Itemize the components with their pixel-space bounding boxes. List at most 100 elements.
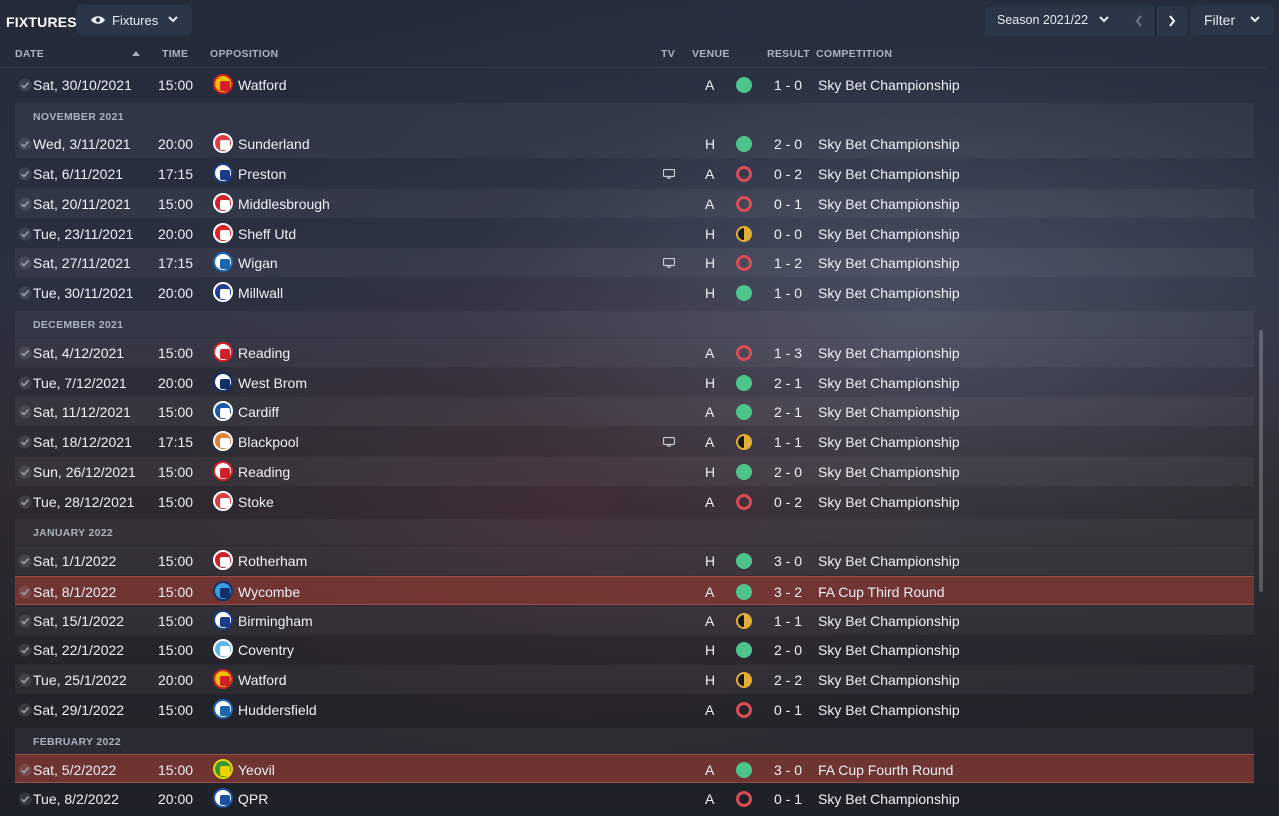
fixture-score[interactable]: 1 - 3 — [774, 345, 802, 361]
competition-link[interactable]: Sky Bet Championship — [818, 166, 960, 182]
season-label[interactable]: Season 2021/22 — [997, 13, 1088, 27]
fixture-row[interactable]: Sat, 15/1/2022 15:00 Birmingham A 1 - 1 Sky B… — [15, 606, 1254, 635]
fixture-score[interactable]: 1 - 1 — [774, 613, 802, 629]
crest-emblem — [220, 795, 230, 805]
fixture-row[interactable]: Tue, 23/11/2021 20:00 Sheff Utd H 0 - 0 Sky B… — [15, 219, 1254, 248]
opposition-link[interactable]: Sheff Utd — [238, 226, 296, 242]
fixture-score[interactable]: 2 - 0 — [774, 464, 802, 480]
fixture-row[interactable]: Sat, 22/1/2022 15:00 Coventry H 2 - 0 Sky Bet… — [15, 635, 1254, 664]
opposition-link[interactable]: Cardiff — [238, 404, 279, 420]
competition-link[interactable]: Sky Bet Championship — [818, 702, 960, 718]
fixture-score[interactable]: 0 - 1 — [774, 702, 802, 718]
fixture-score[interactable]: 3 - 0 — [774, 553, 802, 569]
opposition-link[interactable]: Yeovil — [238, 762, 275, 778]
fixture-row[interactable]: Tue, 7/12/2021 20:00 West Brom H 2 - 1 Sky Be… — [15, 368, 1254, 397]
opposition-link[interactable]: Preston — [238, 166, 286, 182]
fixture-score[interactable]: 1 - 0 — [774, 77, 802, 93]
fixture-row[interactable]: Sat, 18/12/2021 17:15 Blackpool A 1 - 1 Sky B… — [15, 427, 1254, 456]
fixture-score[interactable]: 0 - 2 — [774, 166, 802, 182]
previous-season-button[interactable] — [1124, 6, 1154, 36]
fixture-score[interactable]: 2 - 1 — [774, 375, 802, 391]
column-header-venue[interactable]: VENUE — [692, 48, 730, 60]
competition-link[interactable]: Sky Bet Championship — [818, 613, 960, 629]
fixture-row[interactable]: Sun, 26/12/2021 15:00 Reading H 2 - 0 Sky Bet… — [15, 457, 1254, 486]
competition-link[interactable]: Sky Bet Championship — [818, 375, 960, 391]
fixture-row[interactable]: Sat, 29/1/2022 15:00 Huddersfield A 0 - 1 Sky… — [15, 695, 1254, 724]
fixture-row[interactable]: Tue, 25/1/2022 20:00 Watford H 2 - 2 Sky Bet … — [15, 665, 1254, 694]
fixture-score[interactable]: 0 - 1 — [774, 196, 802, 212]
opposition-link[interactable]: Stoke — [238, 494, 274, 510]
fixture-row[interactable]: Sat, 4/12/2021 15:00 Reading A 1 - 3 Sky Bet … — [15, 338, 1254, 367]
competition-link[interactable]: Sky Bet Championship — [818, 464, 960, 480]
fixture-score[interactable]: 1 - 1 — [774, 434, 802, 450]
competition-link[interactable]: Sky Bet Championship — [818, 494, 960, 510]
competition-link[interactable]: Sky Bet Championship — [818, 226, 960, 242]
competition-link[interactable]: Sky Bet Championship — [818, 345, 960, 361]
competition-link[interactable]: Sky Bet Championship — [818, 196, 960, 212]
competition-link[interactable]: Sky Bet Championship — [818, 404, 960, 420]
competition-link[interactable]: FA Cup Third Round — [818, 584, 945, 600]
fixture-score[interactable]: 2 - 1 — [774, 404, 802, 420]
view-selector-button[interactable]: Fixtures — [76, 5, 192, 35]
fixture-row[interactable]: Sat, 6/11/2021 17:15 Preston A 0 - 2 Sky Bet … — [15, 159, 1254, 188]
opposition-link[interactable]: Blackpool — [238, 434, 299, 450]
fixture-row[interactable]: Sat, 11/12/2021 15:00 Cardiff A 2 - 1 Sky Bet… — [15, 397, 1254, 426]
fixture-row[interactable]: Wed, 3/11/2021 20:00 Sunderland H 2 - 0 Sky B… — [15, 129, 1254, 158]
scrollbar-thumb[interactable] — [1259, 330, 1263, 592]
competition-link[interactable]: Sky Bet Championship — [818, 136, 960, 152]
opposition-link[interactable]: Watford — [238, 77, 287, 93]
opposition-link[interactable]: Sunderland — [238, 136, 310, 152]
filter-button[interactable]: Filter — [1191, 5, 1274, 35]
opposition-link[interactable]: Rotherham — [238, 553, 307, 569]
opposition-link[interactable]: Reading — [238, 464, 290, 480]
fixture-score[interactable]: 0 - 1 — [774, 791, 802, 807]
fixture-time: 20:00 — [158, 136, 194, 152]
opposition-link[interactable]: Huddersfield — [238, 702, 317, 718]
fixture-score[interactable]: 2 - 0 — [774, 136, 802, 152]
fixture-row[interactable]: Sat, 8/1/2022 15:00 Wycombe A 3 - 2 FA Cup Th… — [15, 576, 1254, 605]
fixture-score[interactable]: 3 - 0 — [774, 762, 802, 778]
competition-link[interactable]: Sky Bet Championship — [818, 434, 960, 450]
opposition-link[interactable]: Birmingham — [238, 613, 313, 629]
column-header-opposition[interactable]: OPPOSITION — [210, 48, 278, 60]
fixture-row[interactable]: Sat, 27/11/2021 17:15 Wigan H 1 - 2 Sky Bet C… — [15, 248, 1254, 277]
fixture-score[interactable]: 1 - 0 — [774, 285, 802, 301]
competition-link[interactable]: Sky Bet Championship — [818, 285, 960, 301]
fixture-row[interactable]: Sat, 20/11/2021 15:00 Middlesbrough A 0 - 1 S… — [15, 189, 1254, 218]
column-header-competition[interactable]: COMPETITION — [816, 48, 892, 60]
competition-link[interactable]: Sky Bet Championship — [818, 255, 960, 271]
opposition-link[interactable]: Coventry — [238, 642, 294, 658]
fixture-score[interactable]: 1 - 2 — [774, 255, 802, 271]
competition-link[interactable]: Sky Bet Championship — [818, 672, 960, 688]
column-header-tv[interactable]: TV — [661, 48, 675, 60]
column-header-time[interactable]: TIME — [162, 48, 188, 60]
fixture-score[interactable]: 2 - 2 — [774, 672, 802, 688]
competition-link[interactable]: Sky Bet Championship — [818, 553, 960, 569]
opposition-link[interactable]: Wigan — [238, 255, 278, 271]
chevron-down-icon[interactable] — [1099, 15, 1109, 23]
fixture-score[interactable]: 0 - 0 — [774, 226, 802, 242]
fixture-row[interactable]: Sat, 30/10/2021 15:00 Watford A 1 - 0 Sky Bet… — [15, 70, 1254, 99]
competition-link[interactable]: Sky Bet Championship — [818, 791, 960, 807]
column-header-date[interactable]: DATE — [15, 48, 44, 60]
column-header-result[interactable]: RESULT — [767, 48, 810, 60]
opposition-link[interactable]: Wycombe — [238, 584, 300, 600]
competition-link[interactable]: Sky Bet Championship — [818, 642, 960, 658]
next-season-button[interactable] — [1155, 6, 1187, 36]
competition-link[interactable]: FA Cup Fourth Round — [818, 762, 953, 778]
opposition-link[interactable]: Millwall — [238, 285, 283, 301]
fixture-row[interactable]: Tue, 28/12/2021 15:00 Stoke A 0 - 2 Sky Bet C… — [15, 487, 1254, 516]
fixture-row[interactable]: Sat, 1/1/2022 15:00 Rotherham H 3 - 0 Sky Bet… — [15, 546, 1254, 575]
opposition-link[interactable]: Middlesbrough — [238, 196, 330, 212]
fixture-score[interactable]: 0 - 2 — [774, 494, 802, 510]
competition-link[interactable]: Sky Bet Championship — [818, 77, 960, 93]
fixture-row[interactable]: Tue, 30/11/2021 20:00 Millwall H 1 - 0 Sky Be… — [15, 278, 1254, 307]
opposition-link[interactable]: West Brom — [238, 375, 307, 391]
opposition-link[interactable]: Reading — [238, 345, 290, 361]
fixture-row[interactable]: Sat, 5/2/2022 15:00 Yeovil A 3 - 0 FA Cup Fou… — [15, 754, 1254, 783]
fixture-row[interactable]: Tue, 8/2/2022 20:00 QPR A 0 - 1 Sky Bet Champ… — [15, 784, 1254, 813]
opposition-link[interactable]: QPR — [238, 791, 268, 807]
fixture-score[interactable]: 3 - 2 — [774, 584, 802, 600]
opposition-link[interactable]: Watford — [238, 672, 287, 688]
fixture-score[interactable]: 2 - 0 — [774, 642, 802, 658]
